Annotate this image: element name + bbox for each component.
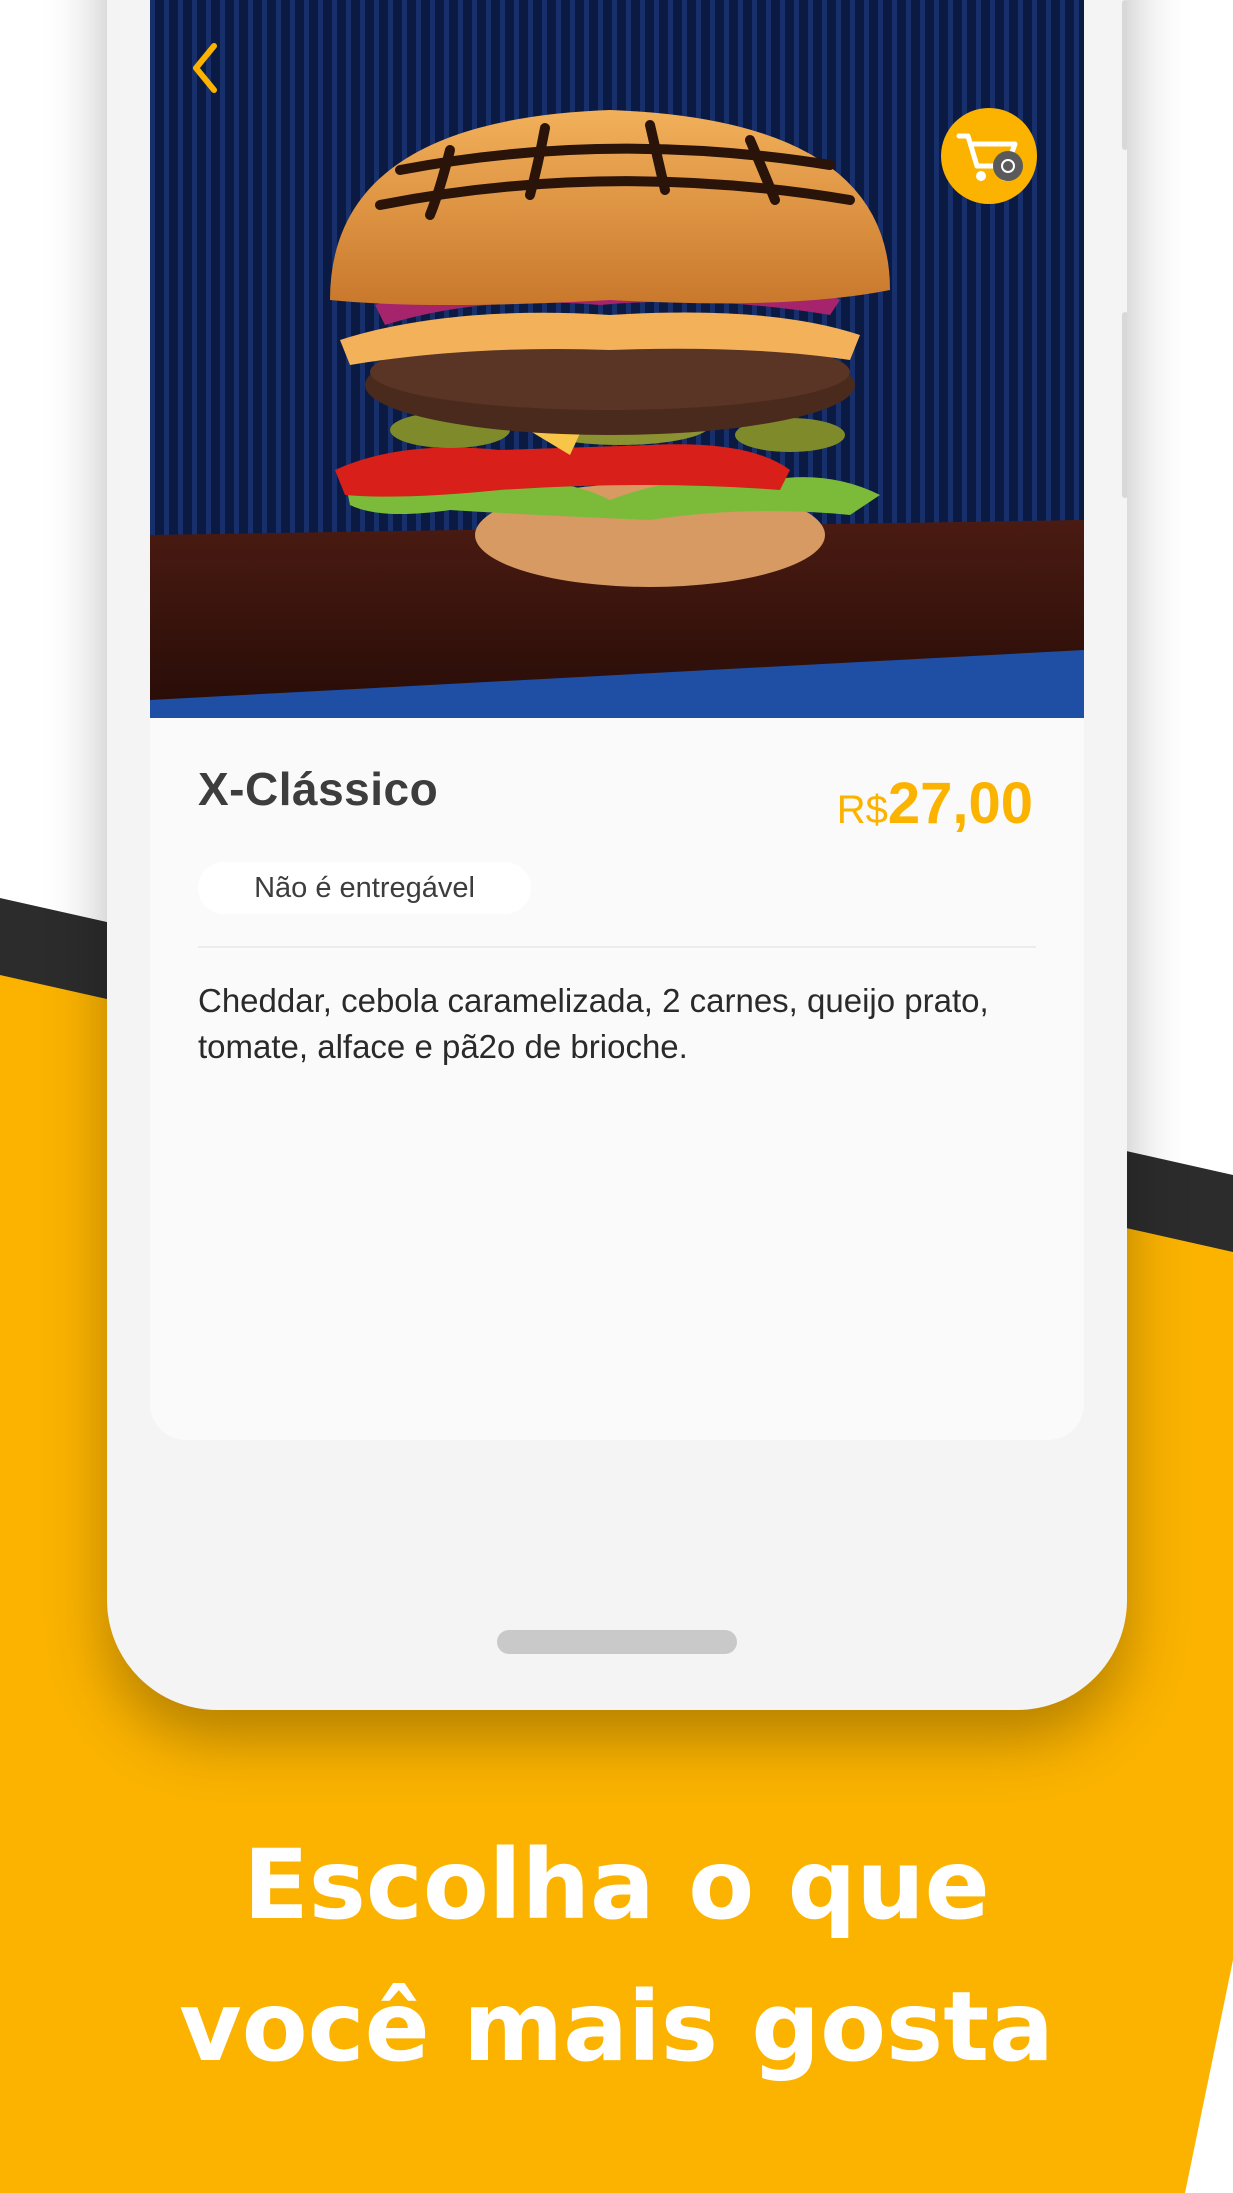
price-currency: R$	[836, 788, 888, 832]
chevron-left-icon	[193, 43, 217, 93]
tagline-line-1: Escolha o que	[243, 1829, 990, 1941]
cart-button[interactable]	[941, 108, 1037, 204]
delivery-status-badge: Não é entregável	[198, 862, 531, 914]
divider	[198, 946, 1036, 948]
phone-mockup: X-Clássico R$ 27,00 Não é entregável Ched…	[107, 0, 1127, 1710]
phone-side-button	[1122, 0, 1127, 150]
phone-side-button	[1122, 312, 1127, 498]
product-title: X-Clássico	[198, 763, 439, 815]
home-indicator	[497, 1630, 737, 1654]
tagline-line-2: você mais gosta	[179, 1971, 1054, 2083]
app-screen: X-Clássico R$ 27,00 Não é entregável Ched…	[150, 0, 1084, 1440]
shopping-cart-icon	[956, 133, 1023, 181]
price-amount: 27,00	[887, 771, 1033, 836]
back-button[interactable]	[180, 40, 230, 96]
product-price: R$ 27,00	[837, 770, 1033, 837]
promo-tagline: Escolha o que você mais gosta	[0, 1814, 1233, 2098]
product-description: Cheddar, cebola caramelizada, 2 carnes, …	[198, 982, 989, 1065]
